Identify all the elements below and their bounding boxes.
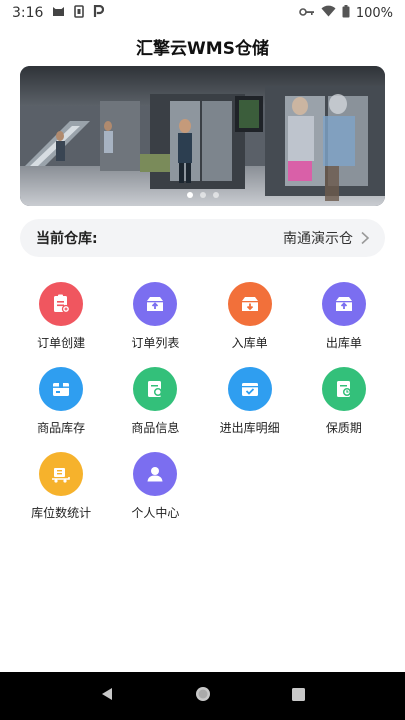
- chevron-right-icon: [361, 231, 370, 245]
- product-info-icon: [133, 367, 178, 411]
- in-out-detail-icon: [227, 367, 272, 411]
- menu-item-label: 进出库明细: [219, 421, 280, 435]
- battery-percent: 100%: [355, 5, 393, 21]
- menu-item-label: 保质期: [325, 421, 362, 435]
- menu-item-label: 商品信息: [131, 421, 180, 435]
- home-icon[interactable]: [194, 685, 212, 707]
- banner-image: [20, 66, 385, 206]
- parking-notification-icon: [93, 4, 105, 22]
- battery-icon: [342, 4, 350, 22]
- carousel-indicator: [20, 192, 385, 198]
- back-icon[interactable]: [99, 686, 115, 706]
- menu-item-label: 商品库存: [37, 421, 86, 435]
- inbound-icon: [227, 282, 272, 326]
- menu-item-label: 订单列表: [131, 336, 180, 350]
- status-bar: 3:16 100%: [0, 0, 405, 26]
- menu-item-outbound[interactable]: 出库单: [297, 282, 391, 351]
- shelf-life-icon: [321, 367, 366, 411]
- function-grid: 订单创建 订单列表 入库单 出库单 商品库存 商品信息 进出库明细 保质期 库位…: [14, 282, 391, 521]
- menu-item-order-list[interactable]: 订单列表: [108, 282, 202, 351]
- location-stats-icon: [39, 452, 84, 496]
- warehouse-value: 南通演示仓: [283, 231, 353, 247]
- menu-item-profile[interactable]: 个人中心: [108, 452, 202, 521]
- system-nav-bar: [0, 672, 405, 720]
- warehouse-selector[interactable]: 当前仓库: 南通演示仓: [20, 219, 385, 257]
- outbound-icon: [321, 282, 366, 326]
- menu-item-inbound[interactable]: 入库单: [203, 282, 297, 351]
- inventory-icon: [39, 367, 84, 411]
- sim-notification-icon: [74, 4, 85, 22]
- carousel-dot-1[interactable]: [186, 192, 193, 198]
- menu-item-location-stats[interactable]: 库位数统计: [14, 452, 108, 521]
- menu-item-label: 个人中心: [131, 506, 180, 520]
- status-time: 3:16: [12, 5, 44, 21]
- menu-item-product-info[interactable]: 商品信息: [108, 367, 202, 436]
- profile-icon: [133, 452, 178, 496]
- banner-carousel[interactable]: [20, 66, 385, 206]
- menu-item-inventory[interactable]: 商品库存: [14, 367, 108, 436]
- warehouse-label: 当前仓库:: [36, 231, 98, 247]
- menu-item-order-create[interactable]: 订单创建: [14, 282, 108, 351]
- menu-item-shelf-life[interactable]: 保质期: [297, 367, 391, 436]
- wifi-icon: [321, 5, 336, 21]
- menu-item-label: 出库单: [325, 336, 362, 350]
- cat-notification-icon: [52, 5, 65, 21]
- vpn-key-icon: [299, 6, 315, 21]
- carousel-dot-2[interactable]: [199, 192, 206, 198]
- carousel-dot-3[interactable]: [212, 192, 219, 198]
- menu-item-in-out-detail[interactable]: 进出库明细: [203, 367, 297, 436]
- menu-item-label: 库位数统计: [31, 506, 92, 520]
- recents-icon[interactable]: [291, 687, 306, 706]
- page-title: 汇擎云WMS仓储: [136, 39, 269, 59]
- order-create-icon: [39, 282, 84, 326]
- order-list-icon: [133, 282, 178, 326]
- menu-item-label: 订单创建: [37, 336, 86, 350]
- menu-item-label: 入库单: [231, 336, 268, 350]
